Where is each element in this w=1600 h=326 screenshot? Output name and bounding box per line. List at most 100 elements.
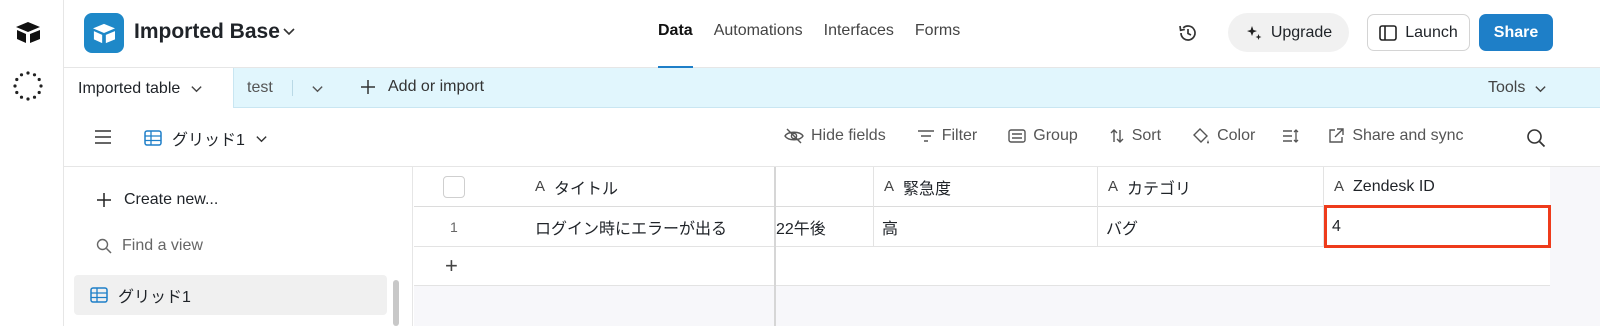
upgrade-label: Upgrade [1270, 23, 1333, 41]
tools-label: Tools [1488, 79, 1526, 96]
column-title-label: タイトル [554, 180, 619, 198]
add-or-import-button[interactable]: Add or import [360, 78, 484, 96]
grid-view-icon [90, 287, 108, 303]
sidebar-view-grid1[interactable]: グリッド1 [74, 275, 387, 315]
find-view-placeholder: Find a view [122, 237, 203, 254]
sidebar-view-label: グリッド1 [118, 289, 191, 306]
column-divider [873, 207, 874, 247]
row-height-button[interactable] [1282, 128, 1300, 144]
create-new-label: Create new... [124, 191, 219, 208]
airtable-logo-icon[interactable] [14, 20, 42, 44]
table-tabs-bar: Imported table test Add or import Tools [64, 68, 1600, 109]
text-field-icon: A [535, 178, 546, 195]
sort-label: Sort [1131, 127, 1162, 144]
plus-icon [97, 193, 111, 207]
menu-icon[interactable] [94, 130, 112, 144]
color-button[interactable]: Color [1192, 127, 1255, 145]
tools-button[interactable]: Tools [1488, 79, 1547, 97]
eye-off-icon [784, 128, 804, 144]
search-icon [96, 238, 112, 254]
base-logo-icon [93, 23, 115, 44]
tab-imported-table[interactable]: Imported table [64, 68, 234, 109]
group-icon [1008, 129, 1026, 143]
view-name: グリッド1 [172, 132, 245, 149]
row-height-icon [1283, 129, 1299, 143]
column-header-category[interactable]: A カテゴリ [1108, 167, 1191, 206]
sparkle-icon [1246, 25, 1262, 40]
launch-icon [1379, 24, 1398, 41]
external-link-icon [1329, 128, 1345, 143]
filter-icon [917, 130, 934, 142]
view-switcher[interactable]: グリッド1 [144, 126, 268, 150]
add-row-plus: + [445, 253, 458, 278]
sort-button[interactable]: Sort [1109, 127, 1161, 145]
nav-forms[interactable]: Forms [915, 22, 960, 40]
search-icon[interactable] [1526, 128, 1546, 148]
text-field-icon: A [1334, 178, 1345, 195]
chevron-down-icon[interactable] [282, 24, 296, 38]
cell-urgency[interactable]: 高 [882, 207, 898, 246]
share-button[interactable]: Share [1479, 14, 1553, 51]
toolbar-actions: Hide fields Filter Group Sort Color Shar… [784, 127, 1495, 145]
hide-fields-button[interactable]: Hide fields [784, 127, 886, 145]
launch-label: Launch [1405, 23, 1458, 41]
color-label: Color [1217, 127, 1256, 144]
sidebar-scrollbar[interactable] [393, 280, 399, 326]
upgrade-button[interactable]: Upgrade [1228, 13, 1349, 52]
tab-label: Imported table [78, 79, 181, 97]
chevron-down-icon [1535, 85, 1546, 92]
grid-header-row: A タイトル A 緊急度 A カテゴリ A Zendesk ID [414, 167, 1550, 207]
column-divider [1323, 167, 1324, 207]
views-sidebar: Create new... Find a view グリッド1 [64, 167, 413, 326]
paint-bucket-icon [1193, 128, 1210, 144]
create-new-view-button[interactable]: Create new... [96, 191, 218, 209]
cell-title[interactable]: ログイン時にエラーが出る [535, 207, 727, 246]
tab-divider [292, 80, 293, 96]
base-title[interactable]: Imported Base [134, 20, 280, 44]
cell-date-partial[interactable]: 22午後 [776, 207, 826, 246]
column-header-urgency[interactable]: A 緊急度 [884, 167, 951, 206]
column-header-title[interactable]: A タイトル [535, 167, 618, 206]
nav-automations[interactable]: Automations [714, 22, 803, 40]
plus-icon [361, 80, 375, 94]
filter-label: Filter [941, 127, 978, 144]
column-category-label: カテゴリ [1127, 180, 1192, 198]
base-icon[interactable] [84, 13, 124, 53]
grid-view-icon [144, 130, 162, 146]
group-button[interactable]: Group [1008, 127, 1078, 145]
group-label: Group [1033, 127, 1078, 144]
nav-interfaces[interactable]: Interfaces [824, 22, 894, 40]
column-header-zendesk-id[interactable]: A Zendesk ID [1334, 167, 1435, 206]
share-and-sync-label: Share and sync [1352, 127, 1464, 144]
main-nav: Data Automations Interfaces Forms [658, 22, 960, 68]
frozen-column-divider[interactable] [774, 167, 776, 326]
selected-cell-highlight [1324, 205, 1551, 248]
hide-fields-label: Hide fields [811, 127, 886, 144]
text-field-icon: A [884, 178, 895, 195]
column-divider [1097, 207, 1098, 247]
column-zendesk-id-label: Zendesk ID [1353, 177, 1435, 195]
column-urgency-label: 緊急度 [903, 180, 952, 198]
chevron-down-icon [256, 135, 267, 142]
left-rail [0, 0, 64, 326]
add-or-import-label: Add or import [388, 78, 485, 95]
add-row-button[interactable]: + [414, 247, 1550, 286]
row-number: 1 [450, 218, 458, 235]
select-all-checkbox[interactable] [443, 176, 465, 198]
text-field-icon: A [1108, 178, 1119, 195]
view-toolbar: グリッド1 Hide fields Filter Group Sort Colo… [64, 108, 1600, 167]
top-header: Imported Base Data Automations Interface… [64, 0, 1600, 68]
chevron-down-icon [191, 86, 202, 93]
filter-button[interactable]: Filter [917, 127, 978, 145]
share-and-sync-button[interactable]: Share and sync [1327, 127, 1464, 145]
sort-icon [1110, 129, 1124, 143]
history-icon[interactable] [1177, 22, 1199, 44]
tab-test[interactable]: test [247, 79, 273, 97]
loading-spinner-icon [13, 71, 43, 101]
find-view-input[interactable]: Find a view [96, 237, 203, 255]
chevron-down-icon[interactable] [311, 82, 324, 95]
column-divider [873, 167, 874, 207]
cell-category[interactable]: バグ [1106, 207, 1138, 246]
nav-data[interactable]: Data [658, 22, 693, 68]
launch-button[interactable]: Launch [1367, 14, 1470, 51]
